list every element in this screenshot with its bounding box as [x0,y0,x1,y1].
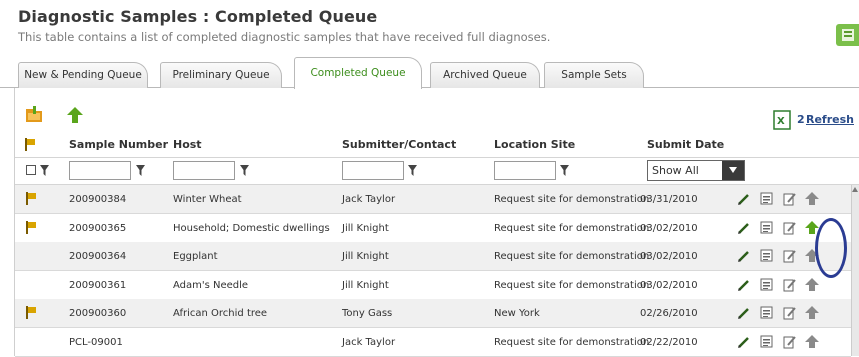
filter-host[interactable] [173,161,235,180]
promote-arrow-icon[interactable] [805,306,819,320]
tab-archived[interactable]: Archived Queue [430,62,540,88]
edit-document-icon[interactable] [783,192,797,206]
table-row[interactable]: 200900365 Household; Domestic dwellings Ji… [15,214,851,243]
cell-host: Eggplant [173,251,218,262]
col-header-submit-date[interactable]: Submit Date [647,138,724,151]
cell-submitter: Jack Taylor [342,194,396,205]
table-row[interactable]: 200900361 Adam's Needle Jill Knight Request… [15,271,851,300]
tab-new-pending[interactable]: New & Pending Queue [18,62,148,88]
filter-funnel-icon[interactable] [240,165,249,176]
table-row[interactable]: 200900360 African Orchid tree Tony Gass New… [15,299,851,328]
col-header-location[interactable]: Location Site [494,138,575,151]
edit-pencil-icon[interactable] [737,278,751,292]
page-title: Diagnostic Samples : Completed Queue [18,7,378,26]
highlight-annotation [815,218,847,278]
cell-submit-date: 03/02/2010 [640,280,698,291]
table-row[interactable]: PCL-09001 Jack Taylor Request site for dem… [15,328,851,357]
cell-submit-date: 03/02/2010 [640,251,698,262]
scroll-up-icon[interactable] [852,187,858,192]
flag-icon[interactable] [25,306,37,319]
filter-funnel-icon[interactable] [560,165,569,176]
promote-arrow-icon[interactable] [805,192,819,206]
excel-icon[interactable]: X [773,110,791,130]
cell-submit-date: 03/02/2010 [640,223,698,234]
edit-pencil-icon[interactable] [737,192,751,206]
cell-host: African Orchid tree [173,308,268,319]
edit-document-icon[interactable] [783,221,797,235]
cell-location: Request site for demonstration [494,194,650,205]
flag-icon[interactable] [25,221,37,234]
flag-icon[interactable] [25,192,37,205]
edit-document-icon[interactable] [783,335,797,349]
report-icon[interactable] [760,278,774,292]
chevron-down-icon[interactable] [722,161,744,180]
report-icon[interactable] [760,192,774,206]
cell-submitter: Jill Knight [342,251,389,262]
cell-sample-number: 200900364 [69,251,127,262]
submit-date-filter-select[interactable]: Show All [647,160,745,181]
cell-submit-date: 02/22/2010 [640,337,698,348]
tab-preliminary[interactable]: Preliminary Queue [160,62,282,88]
cell-sample-number: 200900361 [69,280,127,291]
cell-submitter: Jack Taylor [342,337,396,348]
promote-arrow-icon[interactable] [805,335,819,349]
table-row[interactable]: 200900364 Eggplant Jill Knight Request site… [15,242,851,271]
select-all-checkbox[interactable] [26,165,36,175]
cell-sample-number: 200900365 [69,223,127,234]
cell-host: Household; Domestic dwellings [173,223,330,234]
edit-document-icon[interactable] [783,278,797,292]
report-icon[interactable] [760,306,774,320]
col-header-submitter[interactable]: Submitter/Contact [342,138,456,151]
cell-sample-number: 200900360 [69,308,127,319]
cell-submitter: Jill Knight [342,223,389,234]
cell-submit-date: 02/26/2010 [640,308,698,319]
report-icon[interactable] [760,335,774,349]
cell-host: Winter Wheat [173,194,242,205]
cell-submitter: Jill Knight [342,280,389,291]
col-header-sample-number[interactable]: Sample Number [69,138,168,151]
edit-pencil-icon[interactable] [737,306,751,320]
report-corner-icon[interactable] [834,20,859,48]
refresh-link[interactable]: Refresh [806,113,854,126]
filter-funnel-icon[interactable] [136,165,145,176]
cell-location: Request site for demonstration [494,337,650,348]
table-scrollbar[interactable] [851,185,859,356]
filter-submitter[interactable] [342,161,404,180]
col-header-host[interactable]: Host [173,138,202,151]
edit-pencil-icon[interactable] [737,249,751,263]
promote-arrow-icon[interactable] [66,106,84,124]
folder-icon[interactable] [24,105,44,125]
submit-date-filter-value: Show All [652,164,699,177]
cell-sample-number: 200900384 [69,194,127,205]
cell-sample-number: PCL-09001 [69,337,123,348]
refresh-count: 2 [797,113,805,126]
cell-submit-date: 03/31/2010 [640,194,698,205]
table-row[interactable]: 200900384 Winter Wheat Jack Taylor Request … [15,185,851,214]
filter-funnel-icon[interactable] [40,165,49,176]
edit-pencil-icon[interactable] [737,335,751,349]
edit-document-icon[interactable] [783,306,797,320]
promote-arrow-icon[interactable] [805,278,819,292]
edit-pencil-icon[interactable] [737,221,751,235]
diagnostic-samples-page: Diagnostic Samples : Completed Queue Thi… [0,0,859,357]
cell-submitter: Tony Gass [342,308,393,319]
filter-location[interactable] [494,161,556,180]
cell-location: Request site for demonstration [494,251,650,262]
cell-location: Request site for demonstration [494,223,650,234]
filter-funnel-icon[interactable] [408,165,417,176]
tab-sample-sets[interactable]: Sample Sets [544,62,644,88]
cell-location: New York [494,308,540,319]
report-icon[interactable] [760,221,774,235]
tab-completed[interactable]: Completed Queue [294,57,422,89]
flag-column-icon [25,138,35,151]
cell-location: Request site for demonstration [494,280,650,291]
edit-document-icon[interactable] [783,249,797,263]
filter-sample-number[interactable] [69,161,131,180]
report-icon[interactable] [760,249,774,263]
page-subtitle: This table contains a list of completed … [18,30,551,44]
svg-text:X: X [777,116,785,127]
cell-host: Adam's Needle [173,280,249,291]
